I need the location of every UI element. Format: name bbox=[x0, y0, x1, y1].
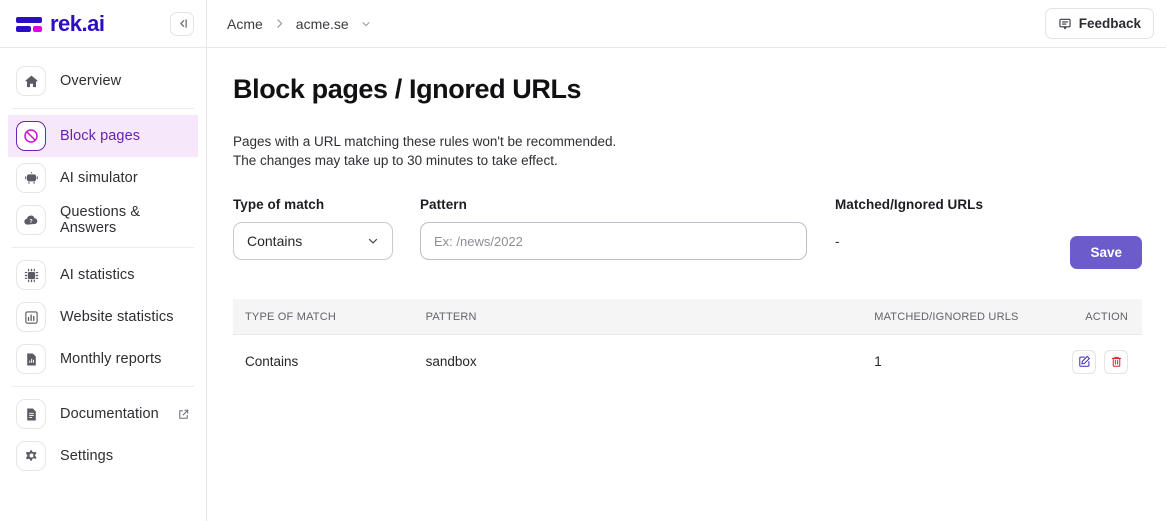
cell-matched-ignored-urls: 1 bbox=[874, 354, 882, 370]
pattern-input[interactable]: Ex: /news/2022 bbox=[420, 222, 807, 261]
collapse-sidebar-icon[interactable] bbox=[170, 11, 194, 36]
page-title: Block pages / Ignored URLs bbox=[233, 74, 582, 104]
pattern-label: Pattern bbox=[420, 197, 467, 213]
breadcrumb-item-org[interactable]: Acme bbox=[227, 16, 263, 32]
page-description-line-1: Pages with a URL matching these rules wo… bbox=[233, 134, 617, 149]
sidebar-item-label: Block pages bbox=[60, 128, 141, 144]
column-header-matched-ignored-urls: MATCHED/IGNORED URLS bbox=[862, 299, 1060, 335]
chip-icon bbox=[16, 260, 46, 290]
pattern-field: Pattern Ex: /news/2022 bbox=[420, 197, 807, 261]
sidebar-group-3: AI statistics Website statistics Monthly… bbox=[0, 248, 206, 386]
matched-ignored-urls-field: Matched/Ignored URLs - bbox=[835, 197, 1007, 260]
matched-ignored-urls-value: - bbox=[835, 233, 840, 249]
breadcrumb: Acme acme.se bbox=[227, 16, 372, 32]
rule-form: Type of match Contains Pattern Ex: /news… bbox=[233, 197, 1142, 270]
trash-icon[interactable] bbox=[1104, 349, 1128, 374]
sidebar-item-documentation[interactable]: Documentation bbox=[8, 393, 198, 435]
cell-type-of-match: Contains bbox=[245, 354, 299, 370]
external-link-icon bbox=[177, 408, 190, 421]
cell-pattern: sandbox bbox=[425, 354, 477, 370]
matched-ignored-urls-label: Matched/Ignored URLs bbox=[835, 197, 984, 213]
sidebar-item-label: Questions & Answers bbox=[60, 204, 141, 236]
sidebar-group-1: Overview bbox=[0, 54, 206, 108]
chevron-right-icon bbox=[273, 17, 286, 30]
cell-action bbox=[1060, 334, 1142, 389]
sidebar-group-2: Block pages AI simulator ? Questions & A… bbox=[0, 109, 206, 247]
main-area: Acme acme.se Feedback Block pages / Igno… bbox=[207, 0, 1166, 521]
rek-ai-logo-icon bbox=[16, 14, 42, 34]
page-description: Pages with a URL matching these rules wo… bbox=[233, 132, 1142, 170]
question-cloud-icon: ? bbox=[16, 205, 46, 235]
sidebar-item-label: Overview bbox=[60, 73, 122, 89]
sidebar-item-label: AI simulator bbox=[60, 170, 138, 186]
type-of-match-value: Contains bbox=[247, 233, 303, 250]
chevron-down-icon[interactable] bbox=[360, 18, 372, 30]
sidebar-item-questions-answers[interactable]: ? Questions & Answers bbox=[8, 199, 198, 241]
column-header-pattern: PATTERN bbox=[413, 299, 863, 335]
page-content: Block pages / Ignored URLs Pages with a … bbox=[207, 48, 1166, 521]
sidebar-item-label: Settings bbox=[60, 448, 114, 464]
sidebar-item-website-statistics[interactable]: Website statistics bbox=[8, 296, 198, 338]
feedback-button-label: Feedback bbox=[1078, 16, 1141, 31]
rules-table-head: TYPE OF MATCH PATTERN MATCHED/IGNORED UR… bbox=[233, 299, 1142, 335]
sidebar-nav: Overview Block pages AI simulator ? Ques… bbox=[0, 48, 206, 521]
table-row: Contains sandbox 1 bbox=[233, 334, 1142, 389]
gear-icon bbox=[16, 441, 46, 471]
row-action-group bbox=[1072, 349, 1128, 374]
chevron-down-icon bbox=[366, 234, 380, 248]
sidebar-item-block-pages[interactable]: Block pages bbox=[8, 115, 198, 157]
block-icon bbox=[16, 121, 46, 151]
sidebar-item-ai-statistics[interactable]: AI statistics bbox=[8, 254, 198, 296]
save-button[interactable]: Save bbox=[1070, 236, 1142, 270]
type-of-match-label: Type of match bbox=[233, 197, 325, 213]
report-document-icon bbox=[16, 344, 46, 374]
breadcrumb-item-site[interactable]: acme.se bbox=[296, 16, 349, 32]
home-icon bbox=[16, 66, 46, 96]
app-root: rek.ai Overview Block pages AI simulator… bbox=[0, 0, 1166, 521]
robot-icon bbox=[16, 163, 46, 193]
edit-pencil-icon[interactable] bbox=[1072, 349, 1096, 374]
sidebar-item-label: Website statistics bbox=[60, 309, 174, 325]
sidebar-group-4: Documentation Settings bbox=[0, 387, 206, 483]
rules-table: TYPE OF MATCH PATTERN MATCHED/IGNORED UR… bbox=[233, 299, 1142, 389]
page-description-line-2: The changes may take up to 30 minutes to… bbox=[233, 153, 558, 169]
sidebar-item-ai-simulator[interactable]: AI simulator bbox=[8, 157, 198, 199]
type-of-match-field: Type of match Contains bbox=[233, 197, 393, 261]
bar-chart-icon bbox=[16, 302, 46, 332]
sidebar: rek.ai Overview Block pages AI simulator… bbox=[0, 0, 207, 521]
type-of-match-select[interactable]: Contains bbox=[233, 222, 393, 261]
message-icon bbox=[1058, 17, 1072, 31]
feedback-button[interactable]: Feedback bbox=[1044, 8, 1154, 39]
sidebar-item-overview[interactable]: Overview bbox=[8, 60, 198, 102]
top-bar: Acme acme.se Feedback bbox=[207, 0, 1166, 48]
table-header-row: TYPE OF MATCH PATTERN MATCHED/IGNORED UR… bbox=[233, 299, 1142, 335]
sidebar-item-monthly-reports[interactable]: Monthly reports bbox=[8, 338, 198, 380]
sidebar-header: rek.ai bbox=[0, 0, 206, 48]
sidebar-item-label: Documentation bbox=[60, 406, 159, 422]
column-header-type-of-match: TYPE OF MATCH bbox=[233, 299, 414, 335]
sidebar-item-settings[interactable]: Settings bbox=[8, 435, 198, 477]
rules-table-body: Contains sandbox 1 bbox=[233, 334, 1142, 389]
save-button-wrapper: Save bbox=[1070, 197, 1142, 270]
sidebar-item-label: AI statistics bbox=[60, 267, 135, 283]
document-icon bbox=[16, 399, 46, 429]
sidebar-item-label: Monthly reports bbox=[60, 351, 162, 367]
brand-logo[interactable]: rek.ai bbox=[16, 10, 105, 36]
column-header-action: ACTION bbox=[1060, 299, 1142, 335]
brand-name: rek.ai bbox=[50, 10, 105, 36]
svg-text:?: ? bbox=[29, 219, 32, 225]
